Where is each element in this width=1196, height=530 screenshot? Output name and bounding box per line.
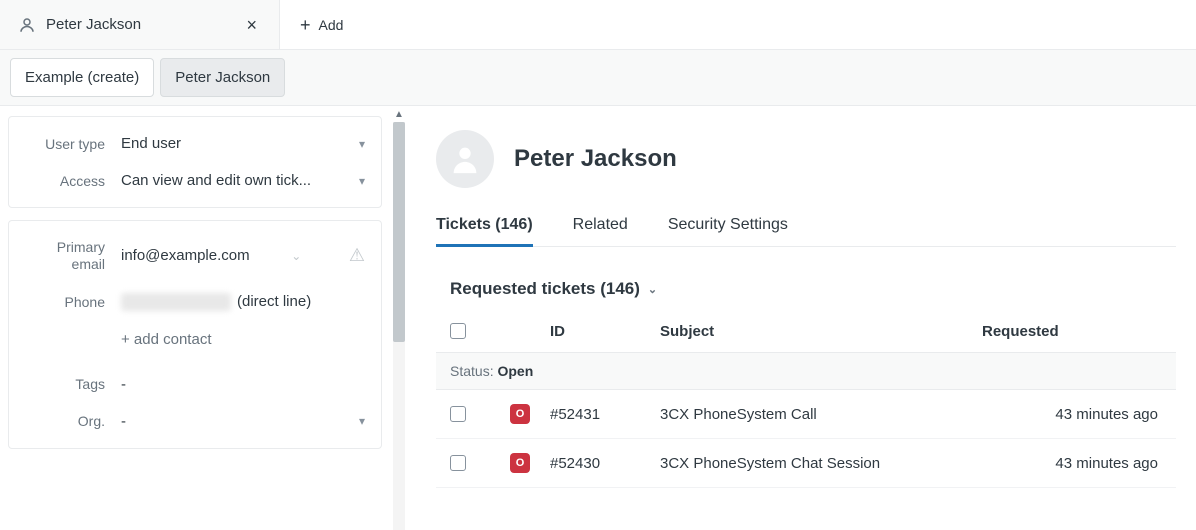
add-contact-row[interactable]: + add contact (9, 321, 381, 358)
scroll-thumb[interactable] (393, 122, 405, 342)
col-requested[interactable]: Requested (982, 323, 1162, 340)
status-badge: O (510, 453, 530, 473)
contact-panel: Primary email info@example.com ⌄ ⚠ Phone… (8, 220, 382, 449)
sidebar-wrapper: User type End user ▾ Access Can view and… (0, 106, 408, 530)
person-icon (18, 16, 36, 34)
tab-label: Security Settings (668, 216, 788, 233)
field-value-text: info@example.com (121, 247, 250, 264)
access-select[interactable]: Can view and edit own tick... ▾ (121, 172, 365, 189)
requested-tickets-heading[interactable]: Requested tickets (146) ⌄ (436, 279, 1176, 299)
col-subject[interactable]: Subject (660, 323, 982, 340)
window-tab-bar: Peter Jackson × + Add (0, 0, 1196, 50)
tab-label: Example (create) (25, 69, 139, 86)
sidebar-scrollbar[interactable]: ▲ (390, 106, 408, 530)
ticket-subject[interactable]: 3CX PhoneSystem Call (660, 406, 982, 423)
tab-tickets[interactable]: Tickets (146) (436, 216, 533, 246)
field-label: Org. (25, 413, 105, 429)
table-row[interactable]: O #52431 3CX PhoneSystem Call 43 minutes… (436, 390, 1176, 439)
select-all-checkbox[interactable] (450, 323, 466, 339)
primary-email-field[interactable]: Primary email info@example.com ⌄ ⚠ (9, 229, 381, 283)
tab-peter-jackson[interactable]: Peter Jackson (160, 58, 285, 97)
tab-label: Related (573, 216, 628, 233)
record-tabs: Example (create) Peter Jackson (0, 50, 1196, 106)
field-value-text: End user (121, 135, 181, 152)
field-label: Access (25, 173, 105, 189)
tags-value[interactable]: - (121, 376, 365, 393)
user-type-field[interactable]: User type End user ▾ (9, 125, 381, 162)
add-contact-label: + add contact (121, 331, 211, 348)
window-tab-label: Peter Jackson (46, 16, 141, 33)
add-tab-label: Add (319, 17, 344, 33)
select-all-cell (450, 323, 510, 340)
phone-suffix: (direct line) (237, 293, 311, 310)
col-id[interactable]: ID (550, 323, 660, 340)
field-value-text: - (121, 376, 126, 393)
primary-email-value[interactable]: info@example.com ⌄ ⚠ (121, 245, 365, 266)
chevron-down-icon: ⌄ (648, 283, 657, 296)
warning-icon: ⚠ (349, 245, 365, 266)
close-icon[interactable]: × (242, 12, 261, 38)
content-tabs: Tickets (146) Related Security Settings (436, 216, 1176, 247)
chevron-down-icon: ⌄ (291, 249, 301, 263)
tickets-table: ID Subject Requested Status: Open O #524… (436, 315, 1176, 488)
row-checkbox[interactable] (450, 455, 466, 471)
org-select[interactable]: - ▾ (121, 413, 365, 430)
org-field[interactable]: Org. - ▾ (9, 403, 381, 440)
tab-label: Tickets (146) (436, 216, 533, 233)
scroll-up-icon[interactable]: ▲ (390, 106, 408, 122)
user-access-panel: User type End user ▾ Access Can view and… (8, 116, 382, 208)
field-label: Phone (25, 294, 105, 310)
sidebar: User type End user ▾ Access Can view and… (0, 106, 390, 530)
add-contact-button[interactable]: + add contact (121, 331, 365, 348)
field-label: User type (25, 136, 105, 152)
table-row[interactable]: O #52430 3CX PhoneSystem Chat Session 43… (436, 439, 1176, 488)
plus-icon: + (300, 16, 311, 34)
section-title-text: Requested tickets (146) (450, 279, 640, 299)
tab-security-settings[interactable]: Security Settings (668, 216, 788, 246)
field-label: Tags (25, 376, 105, 392)
field-label: Primary email (25, 239, 105, 273)
ticket-id[interactable]: #52431 (550, 406, 660, 423)
status-badge: O (510, 404, 530, 424)
chevron-down-icon: ▾ (359, 414, 365, 428)
tab-example-create[interactable]: Example (create) (10, 58, 154, 97)
chevron-down-icon: ▾ (359, 137, 365, 151)
col-spacer (510, 323, 550, 340)
profile-name: Peter Jackson (514, 145, 677, 173)
main-layout: User type End user ▾ Access Can view and… (0, 106, 1196, 530)
ticket-subject[interactable]: 3CX PhoneSystem Chat Session (660, 455, 982, 472)
table-header: ID Subject Requested (436, 315, 1176, 352)
tab-label: Peter Jackson (175, 69, 270, 86)
person-icon (448, 142, 482, 176)
content-area: Peter Jackson Tickets (146) Related Secu… (408, 106, 1196, 530)
window-tab-peter-jackson[interactable]: Peter Jackson × (0, 0, 280, 50)
user-type-select[interactable]: End user ▾ (121, 135, 365, 152)
status-label: Status: (450, 363, 494, 379)
field-value-text: - (121, 413, 126, 430)
phone-value: (direct line) (121, 293, 365, 311)
ticket-requested: 43 minutes ago (982, 406, 1162, 423)
tags-field[interactable]: Tags - (9, 358, 381, 403)
ticket-id[interactable]: #52430 (550, 455, 660, 472)
redacted-phone (121, 293, 231, 311)
avatar[interactable] (436, 130, 494, 188)
ticket-requested: 43 minutes ago (982, 455, 1162, 472)
profile-header: Peter Jackson (436, 130, 1176, 188)
scroll-track[interactable] (393, 122, 405, 530)
tab-related[interactable]: Related (573, 216, 628, 246)
row-checkbox[interactable] (450, 406, 466, 422)
phone-field[interactable]: Phone (direct line) (9, 283, 381, 321)
chevron-down-icon: ▾ (359, 174, 365, 188)
status-group-open: Status: Open (436, 352, 1176, 390)
access-field[interactable]: Access Can view and edit own tick... ▾ (9, 162, 381, 199)
field-value-text: Can view and edit own tick... (121, 172, 311, 189)
status-value: Open (497, 363, 533, 379)
add-tab-button[interactable]: + Add (280, 0, 1196, 50)
